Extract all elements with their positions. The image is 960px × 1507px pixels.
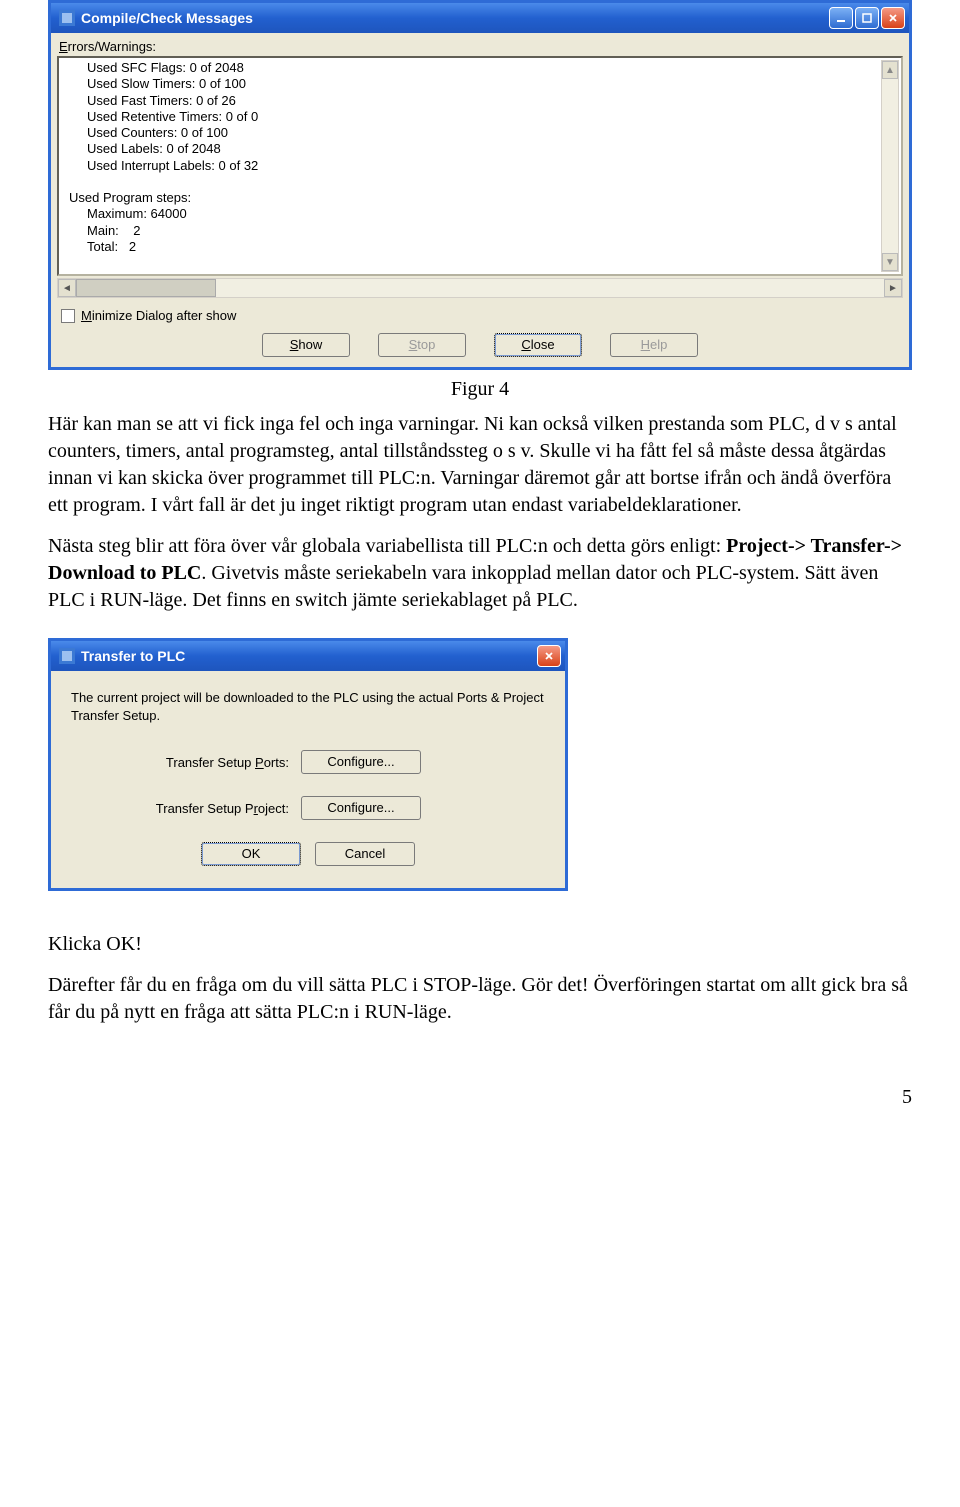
message-line[interactable]: Maximum: 64000 [69, 206, 895, 222]
titlebar[interactable]: Transfer to PLC [51, 641, 565, 671]
message-line[interactable]: Used Interrupt Labels: 0 of 32 [69, 158, 895, 174]
transfer-project-label: Transfer Setup Project: [71, 801, 301, 816]
app-icon [59, 10, 75, 26]
close-button[interactable] [537, 645, 561, 667]
minimize-after-show-checkbox[interactable] [61, 309, 75, 323]
page-number: 5 [48, 1086, 912, 1109]
transfer-ports-label: Transfer Setup Ports: [71, 755, 301, 770]
message-line[interactable]: Total: 2 [69, 239, 895, 255]
message-line[interactable]: Used Retentive Timers: 0 of 0 [69, 109, 895, 125]
errors-warnings-label: Errors/Warnings: [59, 39, 899, 54]
titlebar[interactable]: Compile/Check Messages [51, 3, 909, 33]
message-line[interactable] [69, 174, 895, 190]
dialog-title: Compile/Check Messages [81, 10, 829, 26]
scroll-left-icon[interactable]: ◄ [58, 279, 76, 297]
transfer-to-plc-dialog: Transfer to PLC The current project will… [48, 638, 568, 891]
configure-project-button[interactable]: Configure... [301, 796, 421, 820]
message-line[interactable] [69, 255, 895, 271]
scroll-right-icon[interactable]: ► [884, 279, 902, 297]
message-line[interactable]: Used Counters: 0 of 100 [69, 125, 895, 141]
minimize-button[interactable] [829, 7, 853, 29]
minimize-after-show-label: Minimize Dialog after show [81, 308, 236, 323]
help-button[interactable]: Help [610, 333, 698, 357]
message-line[interactable]: Used Program steps: [69, 190, 895, 206]
close-button[interactable] [881, 7, 905, 29]
scroll-down-icon[interactable]: ▼ [882, 253, 898, 271]
cancel-button[interactable]: Cancel [315, 842, 415, 866]
horizontal-scrollbar[interactable]: ◄ ► [57, 278, 903, 298]
message-line[interactable]: Used Fast Timers: 0 of 26 [69, 93, 895, 109]
show-button[interactable]: Show [262, 333, 350, 357]
paragraph-2: Nästa steg blir att föra över vår global… [48, 533, 912, 614]
scroll-up-icon[interactable]: ▲ [882, 61, 898, 79]
ok-button[interactable]: OK [201, 842, 301, 866]
messages-listbox[interactable]: Used SFC Flags: 0 of 2048Used Slow Timer… [57, 56, 903, 276]
message-line[interactable]: Used Labels: 0 of 2048 [69, 141, 895, 157]
dialog-title: Transfer to PLC [81, 648, 537, 664]
paragraph-3: Klicka OK! [48, 931, 912, 958]
maximize-button[interactable] [855, 7, 879, 29]
figure-caption: Figur 4 [48, 378, 912, 401]
vertical-scrollbar[interactable]: ▲ ▼ [881, 60, 899, 272]
scroll-thumb[interactable] [76, 279, 216, 297]
dialog-intro-text: The current project will be downloaded t… [71, 689, 545, 724]
compile-messages-dialog: Compile/Check Messages Errors/Warnings: … [48, 0, 912, 370]
message-line[interactable]: 0 errors [69, 271, 895, 276]
paragraph-4: Därefter får du en fråga om du vill sätt… [48, 972, 912, 1026]
app-icon [59, 648, 75, 664]
message-line[interactable]: Used SFC Flags: 0 of 2048 [69, 60, 895, 76]
message-line[interactable]: Used Slow Timers: 0 of 100 [69, 76, 895, 92]
message-line[interactable]: Main: 2 [69, 223, 895, 239]
configure-ports-button[interactable]: Configure... [301, 750, 421, 774]
stop-button[interactable]: Stop [378, 333, 466, 357]
close-dialog-button[interactable]: Close [494, 333, 582, 357]
paragraph-1: Här kan man se att vi fick inga fel och … [48, 411, 912, 519]
